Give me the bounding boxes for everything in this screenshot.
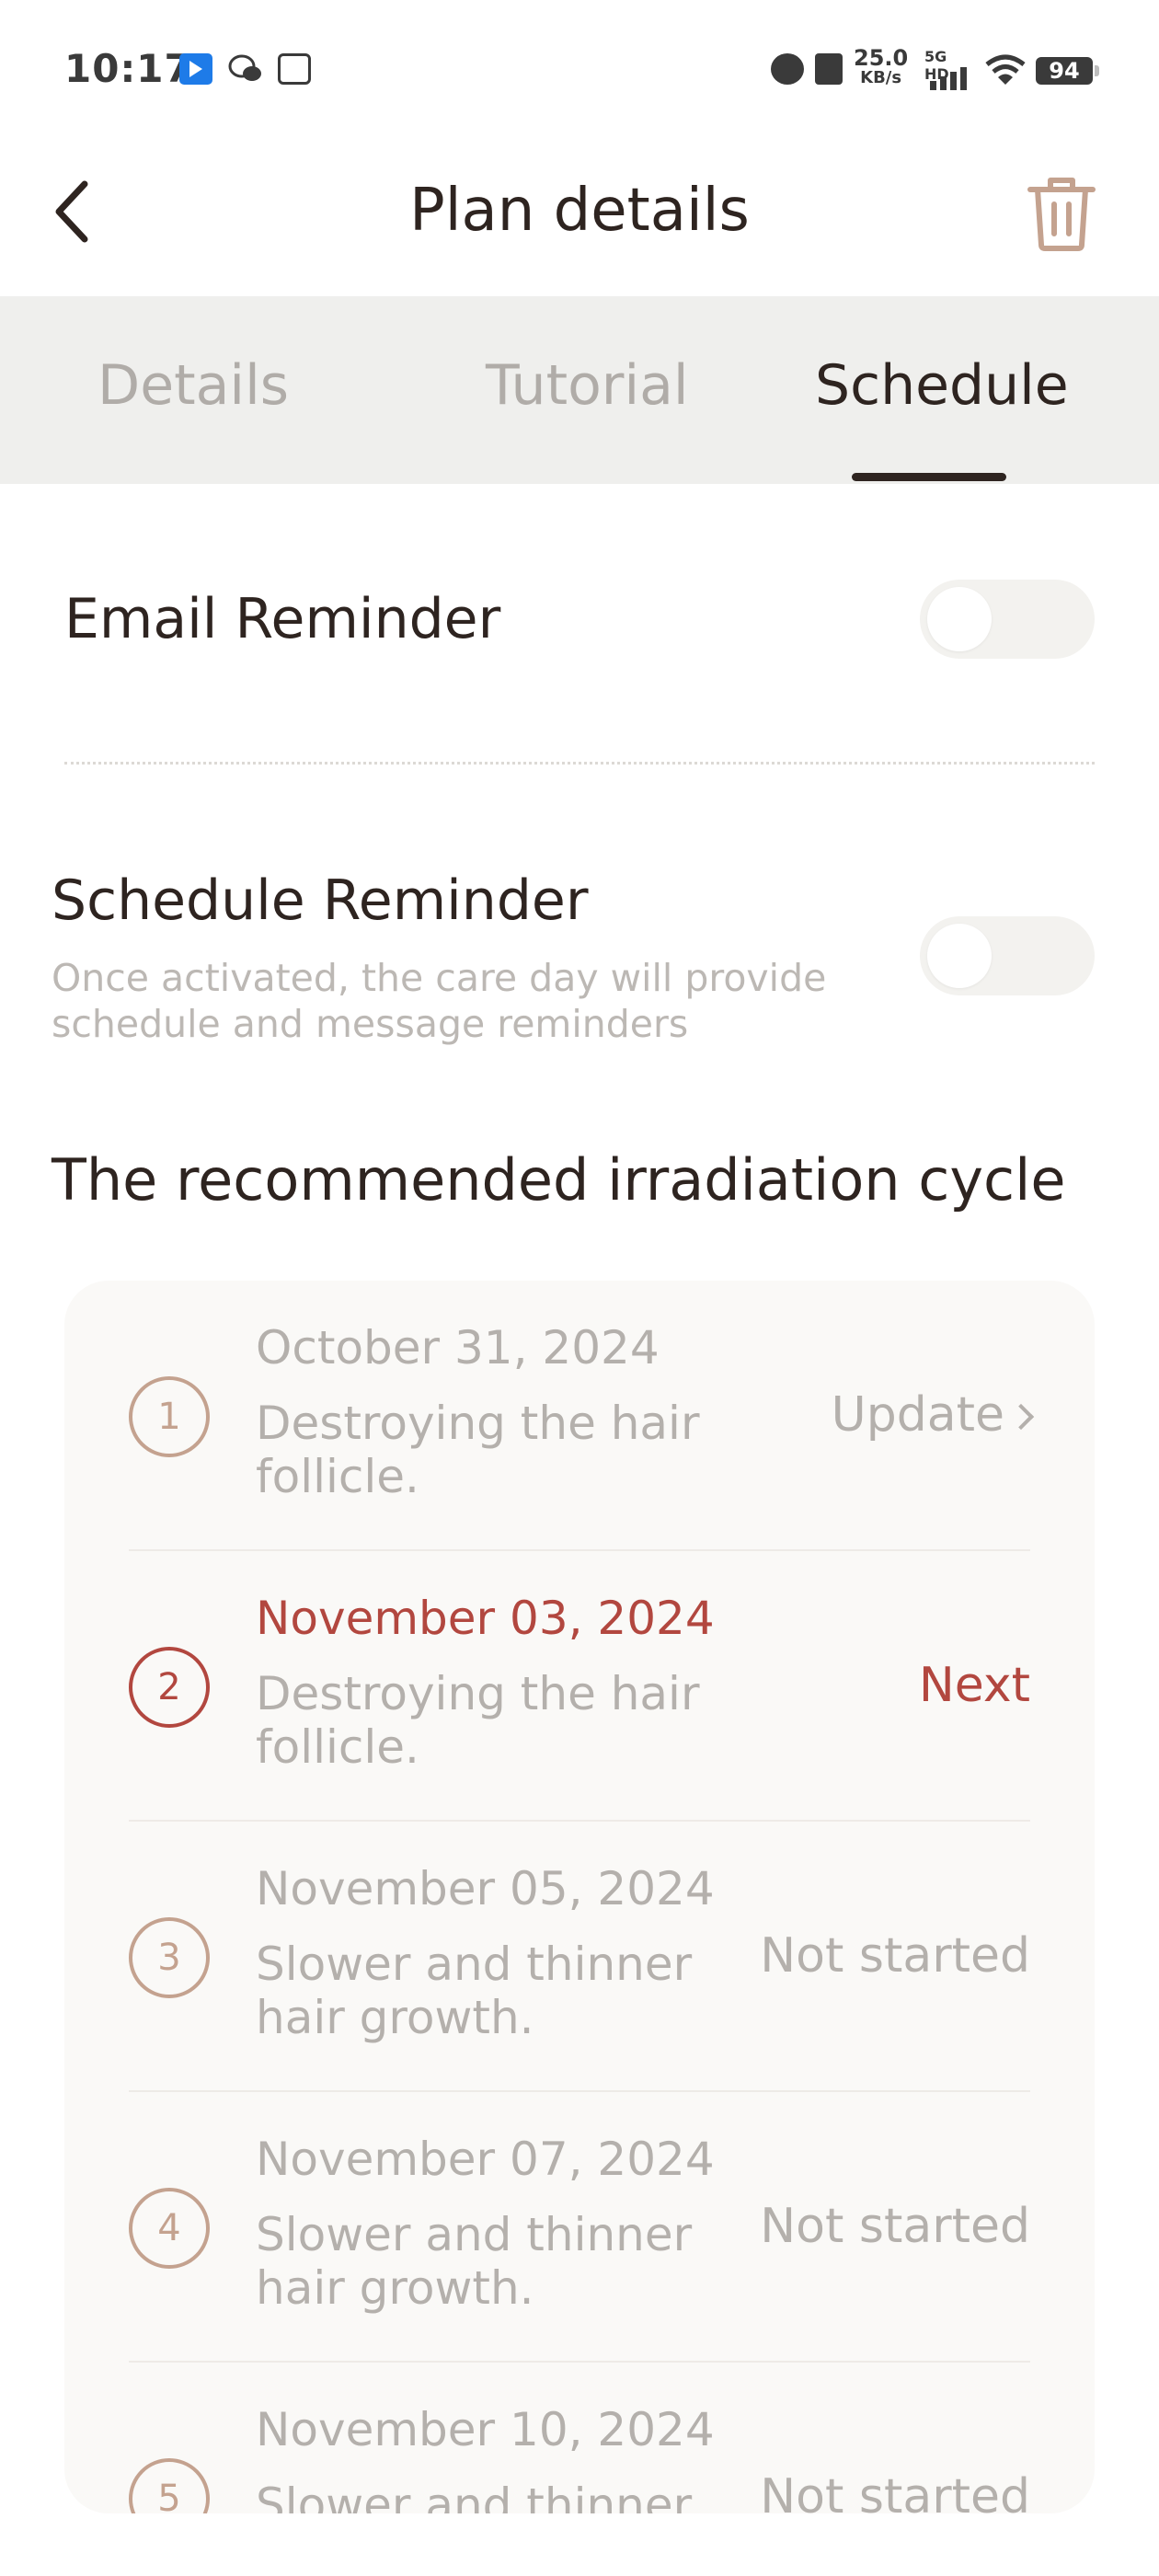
cycle-date: November 05, 2024: [256, 1862, 715, 1915]
cycle-item-current: 2 November 03, 2024 Destroying the hair …: [129, 1551, 1030, 1822]
email-reminder-label: Email Reminder: [64, 587, 501, 651]
tab-schedule[interactable]: Schedule: [815, 353, 1069, 418]
step-number-circle: 3: [129, 1917, 210, 1998]
cycle-date: November 07, 2024: [256, 2133, 715, 2186]
tab-details[interactable]: Details: [98, 353, 289, 418]
page-title: Plan details: [409, 177, 750, 245]
status-time: 10:17: [64, 46, 192, 91]
step-number-circle: 4: [129, 2188, 210, 2269]
status-bar: 10:17 25.0 KB/s 5G HD 94: [0, 0, 1159, 138]
delete-button[interactable]: [1027, 173, 1096, 252]
tab-tutorial[interactable]: Tutorial: [486, 353, 689, 418]
cycle-date: November 03, 2024: [256, 1592, 715, 1645]
cycle-card: 1 October 31, 2024 Destroying the hair f…: [64, 1281, 1095, 2513]
cycle-description: Destroying the hair follicle.: [256, 1667, 700, 1774]
header: Plan details: [0, 138, 1159, 296]
contact-icon: [815, 53, 843, 85]
update-label: Update: [831, 1387, 1004, 1443]
email-reminder-toggle[interactable]: [920, 580, 1095, 659]
schedule-reminder-toggle[interactable]: [920, 916, 1095, 995]
cycle-status: Next: [918, 1658, 1030, 1713]
trash-icon: [1027, 178, 1096, 251]
chevron-right-icon: [1007, 1403, 1035, 1431]
active-tab-indicator: [852, 473, 1006, 481]
app-screen: 10:17 25.0 KB/s 5G HD 94 Plan details De…: [0, 0, 1159, 2576]
signal-icon: 5G HD: [924, 48, 970, 90]
network-speed-value: 25.0: [854, 45, 909, 71]
battery-icon: 94: [1036, 57, 1099, 85]
wechat-icon: [228, 54, 261, 81]
cycle-item: 3 November 05, 2024 Slower and thinner h…: [129, 1822, 1030, 2092]
cycle-date: October 31, 2024: [256, 1321, 660, 1374]
network-speed-unit: KB/s: [860, 68, 902, 87]
cycle-status: Not started: [760, 2199, 1030, 2254]
schedule-content: Email Reminder Schedule Reminder Once ac…: [0, 484, 1159, 2576]
network-speed: 25.0 KB/s: [854, 45, 909, 88]
cycle-description: Slower and thinner hair growth.: [256, 2478, 693, 2513]
cycle-title: The recommended irradiation cycle: [52, 1146, 1066, 1213]
step-number-circle: 1: [129, 1376, 210, 1457]
cycle-item: 5 November 10, 2024 Slower and thinner h…: [129, 2363, 1030, 2513]
cycle-item: 4 November 07, 2024 Slower and thinner h…: [129, 2092, 1030, 2363]
step-number-circle: 2: [129, 1647, 210, 1728]
tab-bar: Details Tutorial Schedule: [0, 296, 1159, 484]
cycle-description: Slower and thinner hair growth.: [256, 1938, 693, 2044]
cycle-item: 1 October 31, 2024 Destroying the hair f…: [129, 1281, 1035, 1551]
update-button[interactable]: Update: [831, 1387, 1035, 1443]
schedule-reminder-label: Schedule Reminder: [52, 868, 589, 933]
step-number-circle: 5: [129, 2458, 210, 2513]
app-notification-icon: [179, 53, 212, 85]
schedule-reminder-description: Once activated, the care day will provid…: [52, 956, 827, 1046]
cycle-date: November 10, 2024: [256, 2403, 715, 2456]
cycle-description: Destroying the hair follicle.: [256, 1397, 700, 1503]
cycle-status: Not started: [760, 1928, 1030, 1984]
cycle-description: Slower and thinner hair growth.: [256, 2208, 693, 2315]
alarm-icon: [771, 53, 804, 85]
wifi-icon: [985, 54, 1026, 85]
cycle-status: Not started: [760, 2469, 1030, 2513]
taobao-icon: [278, 53, 311, 85]
divider: [64, 762, 1095, 765]
